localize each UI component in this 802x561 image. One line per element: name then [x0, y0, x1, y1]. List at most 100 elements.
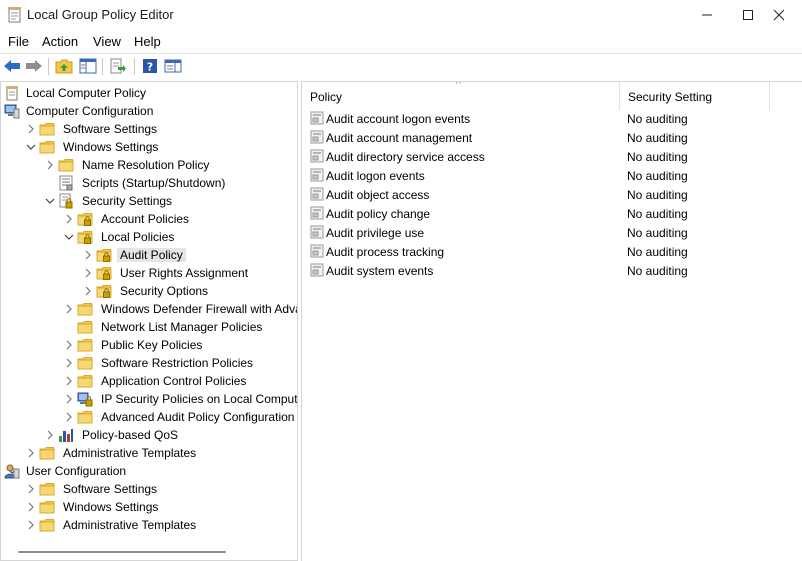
menu-action[interactable]: Action — [42, 34, 78, 49]
menu-view[interactable]: View — [93, 34, 121, 49]
policy-name: Audit process tracking — [326, 245, 445, 259]
folder-icon — [39, 121, 55, 137]
tree-item-label: Local Policies — [101, 230, 175, 244]
policy-name: Audit account logon events — [326, 112, 471, 126]
show-hide-tree-button[interactable] — [78, 57, 98, 75]
tree-item-label: Windows Defender Firewall with Adva — [101, 302, 298, 316]
chevron-right-icon[interactable] — [64, 303, 74, 315]
tree-item[interactable]: User Configuration — [1, 462, 297, 480]
locked-folder-icon — [77, 211, 93, 227]
tree-item[interactable]: Local Policies — [1, 228, 297, 246]
policy-row[interactable]: Audit account logon events No auditing — [302, 109, 802, 128]
chevron-right-icon[interactable] — [83, 249, 93, 261]
chevron-right-icon[interactable] — [26, 519, 36, 531]
maximize-icon — [743, 10, 753, 20]
tree-item[interactable]: IP Security Policies on Local Compute — [1, 390, 297, 408]
help-button[interactable]: ? — [140, 57, 160, 75]
tree-item[interactable]: Audit Policy — [1, 246, 297, 264]
toolbar-separator — [48, 58, 49, 75]
tree-item[interactable]: Application Control Policies — [1, 372, 297, 390]
close-button[interactable] — [756, 0, 802, 30]
chevron-right-icon[interactable] — [64, 393, 74, 405]
forward-button[interactable] — [24, 57, 44, 75]
window-title: Local Group Policy Editor — [27, 7, 174, 22]
tree-item[interactable]: Software Settings — [1, 120, 297, 138]
tree-item-label: Application Control Policies — [101, 374, 247, 388]
chevron-right-icon[interactable] — [83, 285, 93, 297]
tree-item[interactable]: Security Settings — [1, 192, 297, 210]
security-setting-value: No auditing — [627, 188, 688, 202]
console-tree[interactable]: Local Computer Policy Computer Configurat… — [0, 81, 298, 561]
folder-icon — [77, 319, 93, 335]
tree-item[interactable]: Software Restriction Policies — [1, 354, 297, 372]
tree-item[interactable]: Account Policies — [1, 210, 297, 228]
chevron-right-icon[interactable] — [26, 123, 36, 135]
column-header-security-setting[interactable]: Security Setting — [620, 82, 770, 110]
column-header-policy[interactable]: Policy ^ — [302, 82, 620, 110]
chevron-right-icon[interactable] — [26, 447, 36, 459]
show-action-pane-button[interactable] — [163, 57, 183, 75]
policy-row[interactable]: Audit privilege use No auditing — [302, 223, 802, 242]
tree-item[interactable]: Administrative Templates — [1, 516, 297, 534]
user-icon — [4, 463, 20, 479]
chevron-right-icon[interactable] — [64, 357, 74, 369]
policy-row[interactable]: Audit logon events No auditing — [302, 166, 802, 185]
policy-row[interactable]: Audit system events No auditing — [302, 261, 802, 280]
tree-item[interactable]: Policy-based QoS — [1, 426, 297, 444]
tree-item[interactable]: Scripts (Startup/Shutdown) — [1, 174, 297, 192]
tree-item[interactable]: Security Options — [1, 282, 297, 300]
tree-item[interactable]: Public Key Policies — [1, 336, 297, 354]
chevron-right-icon[interactable] — [64, 375, 74, 387]
chevron-right-icon[interactable] — [45, 159, 55, 171]
chevron-right-icon[interactable] — [26, 483, 36, 495]
menu-bar: File Action View Help — [0, 30, 802, 52]
tree-item[interactable]: User Rights Assignment — [1, 264, 297, 282]
policy-list[interactable]: Policy ^ Security Setting Audit account … — [301, 81, 802, 561]
title-bar: Local Group Policy Editor — [0, 0, 802, 30]
chevron-down-icon[interactable] — [64, 231, 74, 243]
chevron-down-icon[interactable] — [26, 141, 36, 153]
policy-row[interactable]: Audit policy change No auditing — [302, 204, 802, 223]
tree-item[interactable]: Windows Settings — [1, 138, 297, 156]
tree-item[interactable]: Software Settings — [1, 480, 297, 498]
up-one-level-button[interactable] — [54, 57, 74, 75]
tree-item[interactable]: Windows Defender Firewall with Adva — [1, 300, 298, 318]
chevron-down-icon[interactable] — [45, 195, 55, 207]
tree-item[interactable]: Name Resolution Policy — [1, 156, 297, 174]
export-list-button[interactable] — [108, 57, 128, 75]
chevron-right-icon[interactable] — [64, 411, 74, 423]
chevron-right-icon[interactable] — [26, 501, 36, 513]
chevron-right-icon[interactable] — [64, 213, 74, 225]
export-list-icon — [110, 58, 126, 74]
chevron-right-icon[interactable] — [64, 339, 74, 351]
horizontal-scrollbar[interactable] — [18, 551, 226, 553]
tree-item-label: Public Key Policies — [101, 338, 203, 352]
tree-item[interactable]: Administrative Templates — [1, 444, 297, 462]
policy-doc-icon — [4, 85, 20, 101]
chevron-right-icon[interactable] — [83, 267, 93, 279]
policy-row[interactable]: Audit object access No auditing — [302, 185, 802, 204]
folder-icon — [77, 355, 93, 371]
menu-help[interactable]: Help — [134, 34, 161, 49]
policy-row[interactable]: Audit process tracking No auditing — [302, 242, 802, 261]
ip-security-icon — [77, 391, 93, 407]
folder-icon — [77, 409, 93, 425]
folder-icon — [77, 337, 93, 353]
tree-item-label: Windows Settings — [63, 500, 159, 514]
column-header-policy-label: Policy — [310, 90, 343, 104]
tree-item[interactable]: Computer Configuration — [1, 102, 297, 120]
back-button[interactable] — [2, 57, 22, 75]
policy-row[interactable]: Audit directory service access No auditin… — [302, 147, 802, 166]
security-setting-value: No auditing — [627, 131, 688, 145]
chevron-right-icon[interactable] — [45, 429, 55, 441]
tree-item[interactable]: Advanced Audit Policy Configuration — [1, 408, 297, 426]
scripts-icon — [58, 175, 74, 191]
tree-item[interactable]: Local Computer Policy — [1, 84, 297, 102]
policy-row[interactable]: Audit account management No auditing — [302, 128, 802, 147]
tree-item[interactable]: Windows Settings — [1, 498, 297, 516]
tree-item-label: Software Restriction Policies — [101, 356, 254, 370]
minimize-button[interactable] — [684, 0, 730, 30]
menu-file[interactable]: File — [8, 34, 29, 49]
tree-item[interactable]: Network List Manager Policies — [1, 318, 297, 336]
folder-icon — [58, 157, 74, 173]
